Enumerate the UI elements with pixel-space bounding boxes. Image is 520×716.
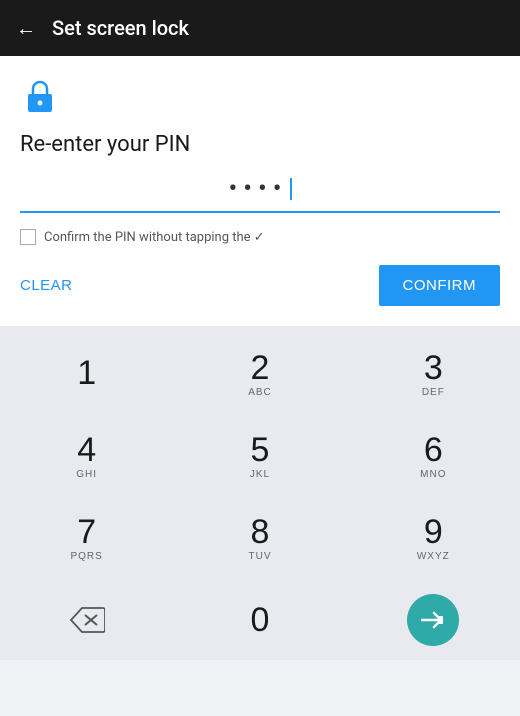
key-3-number: 3	[424, 351, 443, 385]
key-confirm-button[interactable]	[407, 594, 459, 646]
key-9[interactable]: 9 WXYZ	[353, 498, 513, 578]
key-9-letters: WXYZ	[417, 551, 450, 562]
key-4-letters: GHI	[76, 469, 97, 480]
key-5-number: 5	[251, 433, 270, 467]
key-0-number: 0	[251, 603, 270, 637]
key-confirm-container	[353, 594, 513, 646]
confirm-without-tap-checkbox[interactable]	[20, 229, 36, 245]
key-7-letters: PQRS	[70, 551, 102, 562]
action-row: CLEAR CONFIRM	[20, 261, 500, 310]
key-0[interactable]: 0	[180, 580, 340, 660]
header-title: Set screen lock	[52, 16, 189, 40]
key-2[interactable]: 2 ABC	[180, 334, 340, 414]
key-1[interactable]: 1	[7, 334, 167, 414]
key-6[interactable]: 6 MNO	[353, 416, 513, 496]
keypad-row-bottom: 0	[0, 580, 520, 660]
pin-input-container: ••••	[20, 171, 500, 213]
key-5-letters: JKL	[250, 469, 270, 480]
clear-button[interactable]: CLEAR	[20, 277, 73, 294]
keypad-row-2: 4 GHI 5 JKL 6 MNO	[0, 416, 520, 496]
keypad-row-3: 7 PQRS 8 TUV 9 WXYZ	[0, 498, 520, 578]
page-title: Re-enter your PIN	[20, 132, 500, 157]
checkbox-row[interactable]: Confirm the PIN without tapping the ✓	[20, 229, 500, 245]
key-1-number: 1	[77, 356, 96, 390]
confirm-arrow-icon	[421, 611, 445, 629]
key-7-number: 7	[77, 515, 96, 549]
confirm-button[interactable]: CONFIRM	[379, 265, 501, 306]
key-delete[interactable]	[7, 580, 167, 660]
header: ← Set screen lock	[0, 0, 520, 56]
pin-dots-text: ••••	[228, 174, 287, 204]
key-4[interactable]: 4 GHI	[7, 416, 167, 496]
pin-display: ••••	[20, 171, 500, 207]
checkbox-label: Confirm the PIN without tapping the ✓	[44, 230, 265, 245]
pin-cursor	[290, 178, 292, 200]
key-2-letters: ABC	[248, 387, 272, 398]
keypad-row-1: 1 2 ABC 3 DEF	[0, 334, 520, 414]
content-area: Re-enter your PIN •••• Confirm the PIN w…	[0, 56, 520, 326]
key-7[interactable]: 7 PQRS	[7, 498, 167, 578]
key-4-number: 4	[77, 433, 96, 467]
key-2-number: 2	[251, 351, 270, 385]
key-3[interactable]: 3 DEF	[353, 334, 513, 414]
key-8[interactable]: 8 TUV	[180, 498, 340, 578]
key-8-letters: TUV	[248, 551, 271, 562]
key-5[interactable]: 5 JKL	[180, 416, 340, 496]
key-9-number: 9	[424, 515, 443, 549]
key-6-number: 6	[424, 433, 443, 467]
key-3-letters: DEF	[422, 387, 445, 398]
lock-icon	[20, 76, 60, 116]
delete-icon	[69, 606, 105, 634]
key-6-letters: MNO	[420, 469, 446, 480]
keypad: 1 2 ABC 3 DEF 4 GHI 5 JKL 6 MNO 7 PQRS	[0, 326, 520, 660]
key-8-number: 8	[251, 515, 270, 549]
back-button[interactable]: ←	[16, 16, 36, 41]
